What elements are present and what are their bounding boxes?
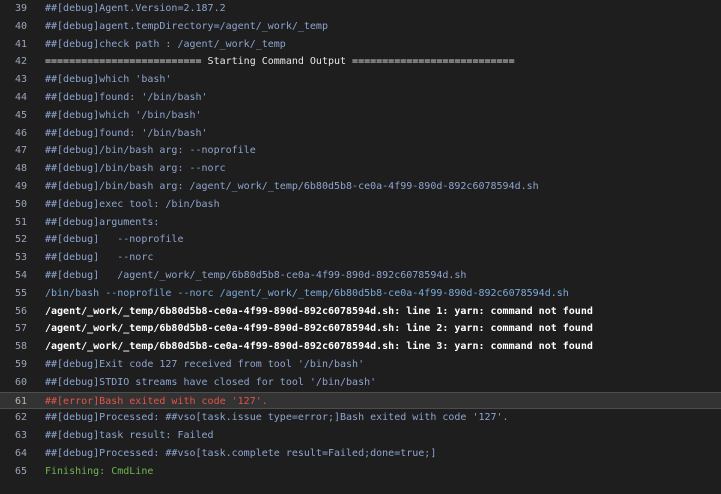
line-number[interactable]: 61: [0, 393, 27, 409]
log-line-text: ##[debug]which 'bash': [45, 74, 172, 86]
log-line[interactable]: 52 ##[debug] --noprofile: [0, 231, 721, 249]
log-line-text: ##[debug]agent.tempDirectory=/agent/_wor…: [45, 20, 328, 32]
line-number[interactable]: 65: [0, 463, 27, 481]
log-line[interactable]: 56/agent/_work/_temp/6b80d5b8-ce0a-4f99-…: [0, 303, 721, 321]
log-line[interactable]: 53 ##[debug] --norc: [0, 249, 721, 267]
log-line-text: ##[debug]/bin/bash arg: --noprofile: [45, 145, 256, 157]
line-number[interactable]: 63: [0, 427, 27, 445]
log-line-text: /bin/bash --noprofile --norc /agent/_wor…: [45, 287, 569, 299]
log-line[interactable]: 44 ##[debug]found: '/bin/bash': [0, 89, 721, 107]
line-number[interactable]: 52: [0, 231, 27, 249]
line-number[interactable]: 41: [0, 36, 27, 54]
line-number[interactable]: 56: [0, 303, 27, 321]
log-line[interactable]: 57/agent/_work/_temp/6b80d5b8-ce0a-4f99-…: [0, 320, 721, 338]
line-number[interactable]: 46: [0, 125, 27, 143]
log-line-text: ##[error]Bash exited with code '127'.: [45, 395, 268, 407]
log-line-text: ##[debug] --norc: [45, 252, 154, 264]
log-line[interactable]: 45 ##[debug]which '/bin/bash': [0, 107, 721, 125]
log-line[interactable]: 63 ##[debug]task result: Failed: [0, 427, 721, 445]
log-line[interactable]: 46 ##[debug]found: '/bin/bash': [0, 125, 721, 143]
log-line[interactable]: 42 ========================== Starting Co…: [0, 53, 721, 71]
log-line-text: ##[debug]STDIO streams have closed for t…: [45, 376, 377, 388]
line-number[interactable]: 43: [0, 71, 27, 89]
log-line-text: ##[debug]/bin/bash arg: --norc: [45, 163, 226, 175]
log-output: 39 ##[debug]Agent.Version=2.187.2 40 ##[deb…: [0, 0, 721, 494]
line-number[interactable]: 42: [0, 53, 27, 71]
log-line-text: /agent/_work/_temp/6b80d5b8-ce0a-4f99-89…: [45, 305, 593, 317]
log-line-text: ##[debug]exec tool: /bin/bash: [45, 198, 220, 210]
log-line[interactable]: 60 ##[debug]STDIO streams have closed for…: [0, 374, 721, 392]
log-line[interactable]: 51 ##[debug]arguments:: [0, 214, 721, 232]
log-line-text: ##[debug]found: '/bin/bash': [45, 91, 208, 103]
log-line[interactable]: 48 ##[debug]/bin/bash arg: --norc: [0, 160, 721, 178]
line-number[interactable]: 48: [0, 160, 27, 178]
log-line-text: ##[debug]arguments:: [45, 216, 160, 228]
line-number[interactable]: 59: [0, 356, 27, 374]
log-line[interactable]: 47 ##[debug]/bin/bash arg: --noprofile: [0, 142, 721, 160]
log-line-text: ##[debug]which '/bin/bash': [45, 109, 202, 121]
log-line[interactable]: 58/agent/_work/_temp/6b80d5b8-ce0a-4f99-…: [0, 338, 721, 356]
line-number[interactable]: 64: [0, 445, 27, 463]
log-line[interactable]: 43 ##[debug]which 'bash': [0, 71, 721, 89]
line-number[interactable]: 60: [0, 374, 27, 392]
log-line[interactable]: 65 Finishing: CmdLine: [0, 463, 721, 481]
log-line-text: ##[debug]check path : /agent/_work/_temp: [45, 38, 286, 50]
line-number[interactable]: 44: [0, 89, 27, 107]
log-line-text: ##[debug]task result: Failed: [45, 430, 214, 442]
log-line[interactable]: 61 ##[error]Bash exited with code '127'.: [0, 391, 721, 410]
line-number[interactable]: 57: [0, 320, 27, 338]
log-line[interactable]: 40 ##[debug]agent.tempDirectory=/agent/_w…: [0, 18, 721, 36]
log-line[interactable]: 55/bin/bash --noprofile --norc /agent/_w…: [0, 285, 721, 303]
log-line[interactable]: 49 ##[debug]/bin/bash arg: /agent/_work/_…: [0, 178, 721, 196]
line-number[interactable]: 54: [0, 267, 27, 285]
line-number[interactable]: 50: [0, 196, 27, 214]
line-number[interactable]: 53: [0, 249, 27, 267]
log-line[interactable]: 59 ##[debug]Exit code 127 received from t…: [0, 356, 721, 374]
line-number[interactable]: 62: [0, 409, 27, 427]
log-line-text: ##[debug]Processed: ##vso[task.issue typ…: [45, 412, 509, 424]
log-line[interactable]: 50 ##[debug]exec tool: /bin/bash: [0, 196, 721, 214]
log-line-text: Finishing: CmdLine: [45, 465, 154, 477]
log-line-text: ##[debug]found: '/bin/bash': [45, 127, 208, 139]
log-line-text: ##[debug]/bin/bash arg: /agent/_work/_te…: [45, 180, 539, 192]
log-line[interactable]: 41 ##[debug]check path : /agent/_work/_te…: [0, 36, 721, 54]
log-line-text: ========================== Starting Comm…: [45, 56, 515, 68]
line-number[interactable]: 39: [0, 0, 27, 18]
log-line-text: ##[debug]Agent.Version=2.187.2: [45, 3, 226, 14]
log-line-text: ##[debug]Exit code 127 received from too…: [45, 358, 365, 370]
line-number[interactable]: 51: [0, 214, 27, 232]
log-line-text: /agent/_work/_temp/6b80d5b8-ce0a-4f99-89…: [45, 341, 593, 353]
log-line-text: ##[debug]Processed: ##vso[task.complete …: [45, 447, 437, 459]
log-line-text: ##[debug] --noprofile: [45, 234, 184, 246]
log-line[interactable]: 62 ##[debug]Processed: ##vso[task.issue t…: [0, 409, 721, 427]
log-line[interactable]: 64 ##[debug]Processed: ##vso[task.complet…: [0, 445, 721, 463]
log-line[interactable]: 39 ##[debug]Agent.Version=2.187.2: [0, 0, 721, 18]
line-number[interactable]: 47: [0, 142, 27, 160]
line-number[interactable]: 40: [0, 18, 27, 36]
line-number[interactable]: 55: [0, 285, 27, 303]
log-line-text: ##[debug] /agent/_work/_temp/6b80d5b8-ce…: [45, 269, 467, 281]
line-number[interactable]: 58: [0, 338, 27, 356]
log-line-text: /agent/_work/_temp/6b80d5b8-ce0a-4f99-89…: [45, 323, 593, 335]
line-number[interactable]: 49: [0, 178, 27, 196]
line-number[interactable]: 45: [0, 107, 27, 125]
log-line[interactable]: 54 ##[debug] /agent/_work/_temp/6b80d5b8-…: [0, 267, 721, 285]
